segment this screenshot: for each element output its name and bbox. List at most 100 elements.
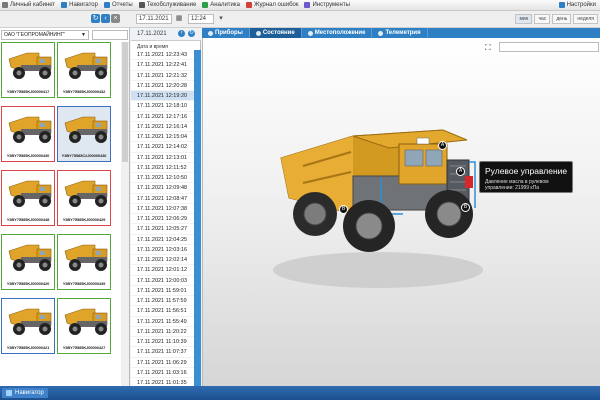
- event-row[interactable]: 17.11.2021 12:16:14: [131, 122, 195, 132]
- sensor-marker[interactable]: A: [438, 141, 447, 150]
- vehicle-3d-view[interactable]: ⛶ A A B B Рулевое управление Давление ма…: [202, 38, 600, 386]
- vehicle-card[interactable]: Y3BY75585KJ00000448: [1, 170, 55, 226]
- event-row[interactable]: 17.11.2021 12:11:52: [131, 163, 195, 173]
- event-row[interactable]: 17.11.2021 12:23:43: [131, 50, 195, 61]
- vehicle-card[interactable]: Y3BY75585KJ00000421: [1, 298, 55, 354]
- vehicle-list-scrollbar[interactable]: [121, 42, 129, 386]
- tools-icon: [304, 2, 311, 8]
- event-row[interactable]: 17.11.2021 11:06:29: [131, 358, 195, 368]
- refresh-button[interactable]: ↻: [91, 14, 100, 23]
- vehicle-card[interactable]: Y3BY75585KJ00000432: [57, 42, 111, 98]
- menu-item-error-log[interactable]: Журнал ошибок: [244, 0, 302, 11]
- menu-item-label: Отчеты: [111, 2, 133, 8]
- sensor-marker[interactable]: A: [456, 167, 465, 176]
- vehicle-id: Y3BY75585KJ00000439: [62, 281, 106, 286]
- vehicle-card[interactable]: Y3BY75585KJ00000429: [57, 170, 111, 226]
- time-field[interactable]: 12:24: [188, 14, 214, 24]
- event-row[interactable]: 17.11.2021 12:20:28: [131, 81, 195, 91]
- calendar-icon[interactable]: ▦: [174, 14, 184, 24]
- menu-item-settings[interactable]: Настройки: [557, 0, 600, 11]
- scrollbar-thumb[interactable]: [122, 42, 128, 162]
- period-button[interactable]: неделя: [573, 14, 598, 24]
- event-row[interactable]: 17.11.2021 12:13:01: [131, 153, 195, 163]
- vehicle-card[interactable]: Y3BY75585KJ00000427: [57, 298, 111, 354]
- event-row[interactable]: 17.11.2021 12:05:27: [131, 224, 195, 235]
- tab-location[interactable]: Местоположение: [302, 28, 373, 38]
- close-button[interactable]: ×: [111, 14, 120, 23]
- tab-label: Местоположение: [314, 30, 366, 36]
- prev-day-icon[interactable]: ‹: [178, 30, 185, 37]
- taskbar-item-navigator[interactable]: Навигатор: [2, 388, 48, 398]
- event-row[interactable]: 17.11.2021 11:55:49: [131, 317, 195, 327]
- event-row[interactable]: 17.11.2021 12:08:47: [131, 194, 195, 204]
- vehicle-id: Y3BY75585KJ00000417: [6, 89, 50, 94]
- tab-gauges[interactable]: Приборы: [202, 28, 250, 38]
- tab-telemetry[interactable]: Телеметрия: [372, 28, 428, 38]
- event-list-scrollbar[interactable]: [194, 50, 201, 386]
- event-row[interactable]: 17.11.2021 11:03:16: [131, 368, 195, 378]
- event-row[interactable]: 17.11.2021 11:56:51: [131, 306, 195, 317]
- event-row[interactable]: 17.11.2021 12:01:12: [131, 265, 195, 276]
- vehicle-card[interactable]: Y3BY75585KJ00000439: [57, 234, 111, 290]
- vehicle-id: Y3BY75585KJ00000429: [62, 217, 106, 222]
- tab-state[interactable]: Состояние: [249, 28, 302, 38]
- organization-select[interactable]: ОАО "ГЕОПРОМАЙНИНГ" ▼: [1, 30, 89, 40]
- event-row[interactable]: 17.11.2021 12:14:02: [131, 142, 195, 153]
- event-list-panel: 17.11.2021 ‹ ↻ Дата и время 17.11.2021 1…: [131, 28, 201, 389]
- event-row[interactable]: 17.11.2021 12:00:03: [131, 276, 195, 286]
- vehicle-search-input[interactable]: [92, 30, 128, 40]
- event-row[interactable]: 17.11.2021 12:03:16: [131, 245, 195, 255]
- app-window: Личный кабинет Навигатор Отчеты Техобслужив…: [0, 0, 600, 400]
- cab-window: [404, 149, 424, 167]
- menu-item-label: Аналитика: [210, 2, 240, 8]
- menu-item-cabinet[interactable]: Личный кабинет: [0, 0, 59, 11]
- event-row[interactable]: 17.11.2021 12:10:50: [131, 173, 195, 184]
- period-switch: мин час день неделя: [513, 14, 598, 24]
- refresh-icon[interactable]: ↻: [188, 30, 195, 37]
- event-row[interactable]: 17.11.2021 11:07:37: [131, 347, 195, 358]
- event-row[interactable]: 17.11.2021 12:15:04: [131, 132, 195, 143]
- event-row[interactable]: 17.11.2021 12:22:41: [131, 60, 195, 71]
- menu-item-reports[interactable]: Отчеты: [102, 0, 137, 11]
- arrow-left-button[interactable]: ‹: [101, 14, 110, 23]
- truck-thumbnail: [8, 244, 52, 271]
- event-row[interactable]: 17.11.2021 12:02:14: [131, 255, 195, 266]
- event-row[interactable]: 17.11.2021 12:07:38: [131, 204, 195, 214]
- date-field[interactable]: 17.11.2021: [136, 14, 172, 24]
- vehicle-card[interactable]: Y3BY75585KJ00000420: [1, 234, 55, 290]
- cabinet-icon: [2, 2, 8, 8]
- period-button[interactable]: час: [534, 14, 551, 24]
- truck-thumbnail: [64, 52, 108, 79]
- event-row[interactable]: 17.11.2021 11:57:59: [131, 296, 195, 307]
- event-row[interactable]: 17.11.2021 12:18:10: [131, 101, 195, 112]
- truck-thumbnail: [64, 116, 108, 143]
- location-icon: [307, 30, 313, 36]
- vehicle-card[interactable]: Y3BY75585KJ00000430: [1, 106, 55, 162]
- event-row[interactable]: 17.11.2021 11:59:01: [131, 286, 195, 296]
- period-button[interactable]: мин: [515, 14, 533, 24]
- event-row[interactable]: 17.11.2021 12:19:20: [131, 91, 195, 102]
- rear-hub-outer: [303, 202, 327, 226]
- chevron-down-icon[interactable]: ▾: [216, 14, 226, 24]
- menu-item-maintenance[interactable]: Техобслуживание: [137, 0, 201, 11]
- sensor-marker[interactable]: B: [461, 203, 470, 212]
- sensor-marker[interactable]: B: [339, 205, 348, 214]
- period-button[interactable]: день: [552, 14, 572, 24]
- vehicle-card[interactable]: Y3BY75585C2J00000436: [57, 106, 111, 162]
- event-row[interactable]: 17.11.2021 12:21:32: [131, 71, 195, 81]
- settings-icon: [558, 2, 565, 8]
- menu-item-label: Техобслуживание: [146, 2, 197, 8]
- event-row[interactable]: 17.11.2021 12:17:16: [131, 112, 195, 122]
- vehicle-list-panel: ОАО "ГЕОПРОМАЙНИНГ" ▼ Y3BY75585KJ0000041…: [0, 28, 130, 386]
- tab-label: Приборы: [215, 30, 243, 36]
- vehicle-card[interactable]: Y3BY75585KJ00000417: [1, 42, 55, 98]
- navigator-icon: [61, 2, 68, 8]
- menu-item-analytics[interactable]: Аналитика: [200, 0, 244, 11]
- menu-item-tools[interactable]: Инструменты: [302, 0, 353, 11]
- event-row[interactable]: 17.11.2021 12:04:25: [131, 235, 195, 245]
- menu-item-navigator[interactable]: Навигатор: [59, 0, 102, 11]
- event-row[interactable]: 17.11.2021 12:06:29: [131, 214, 195, 225]
- event-row[interactable]: 17.11.2021 11:20:22: [131, 327, 195, 337]
- event-row[interactable]: 17.11.2021 12:09:48: [131, 183, 195, 194]
- event-row[interactable]: 17.11.2021 11:10:39: [131, 337, 195, 348]
